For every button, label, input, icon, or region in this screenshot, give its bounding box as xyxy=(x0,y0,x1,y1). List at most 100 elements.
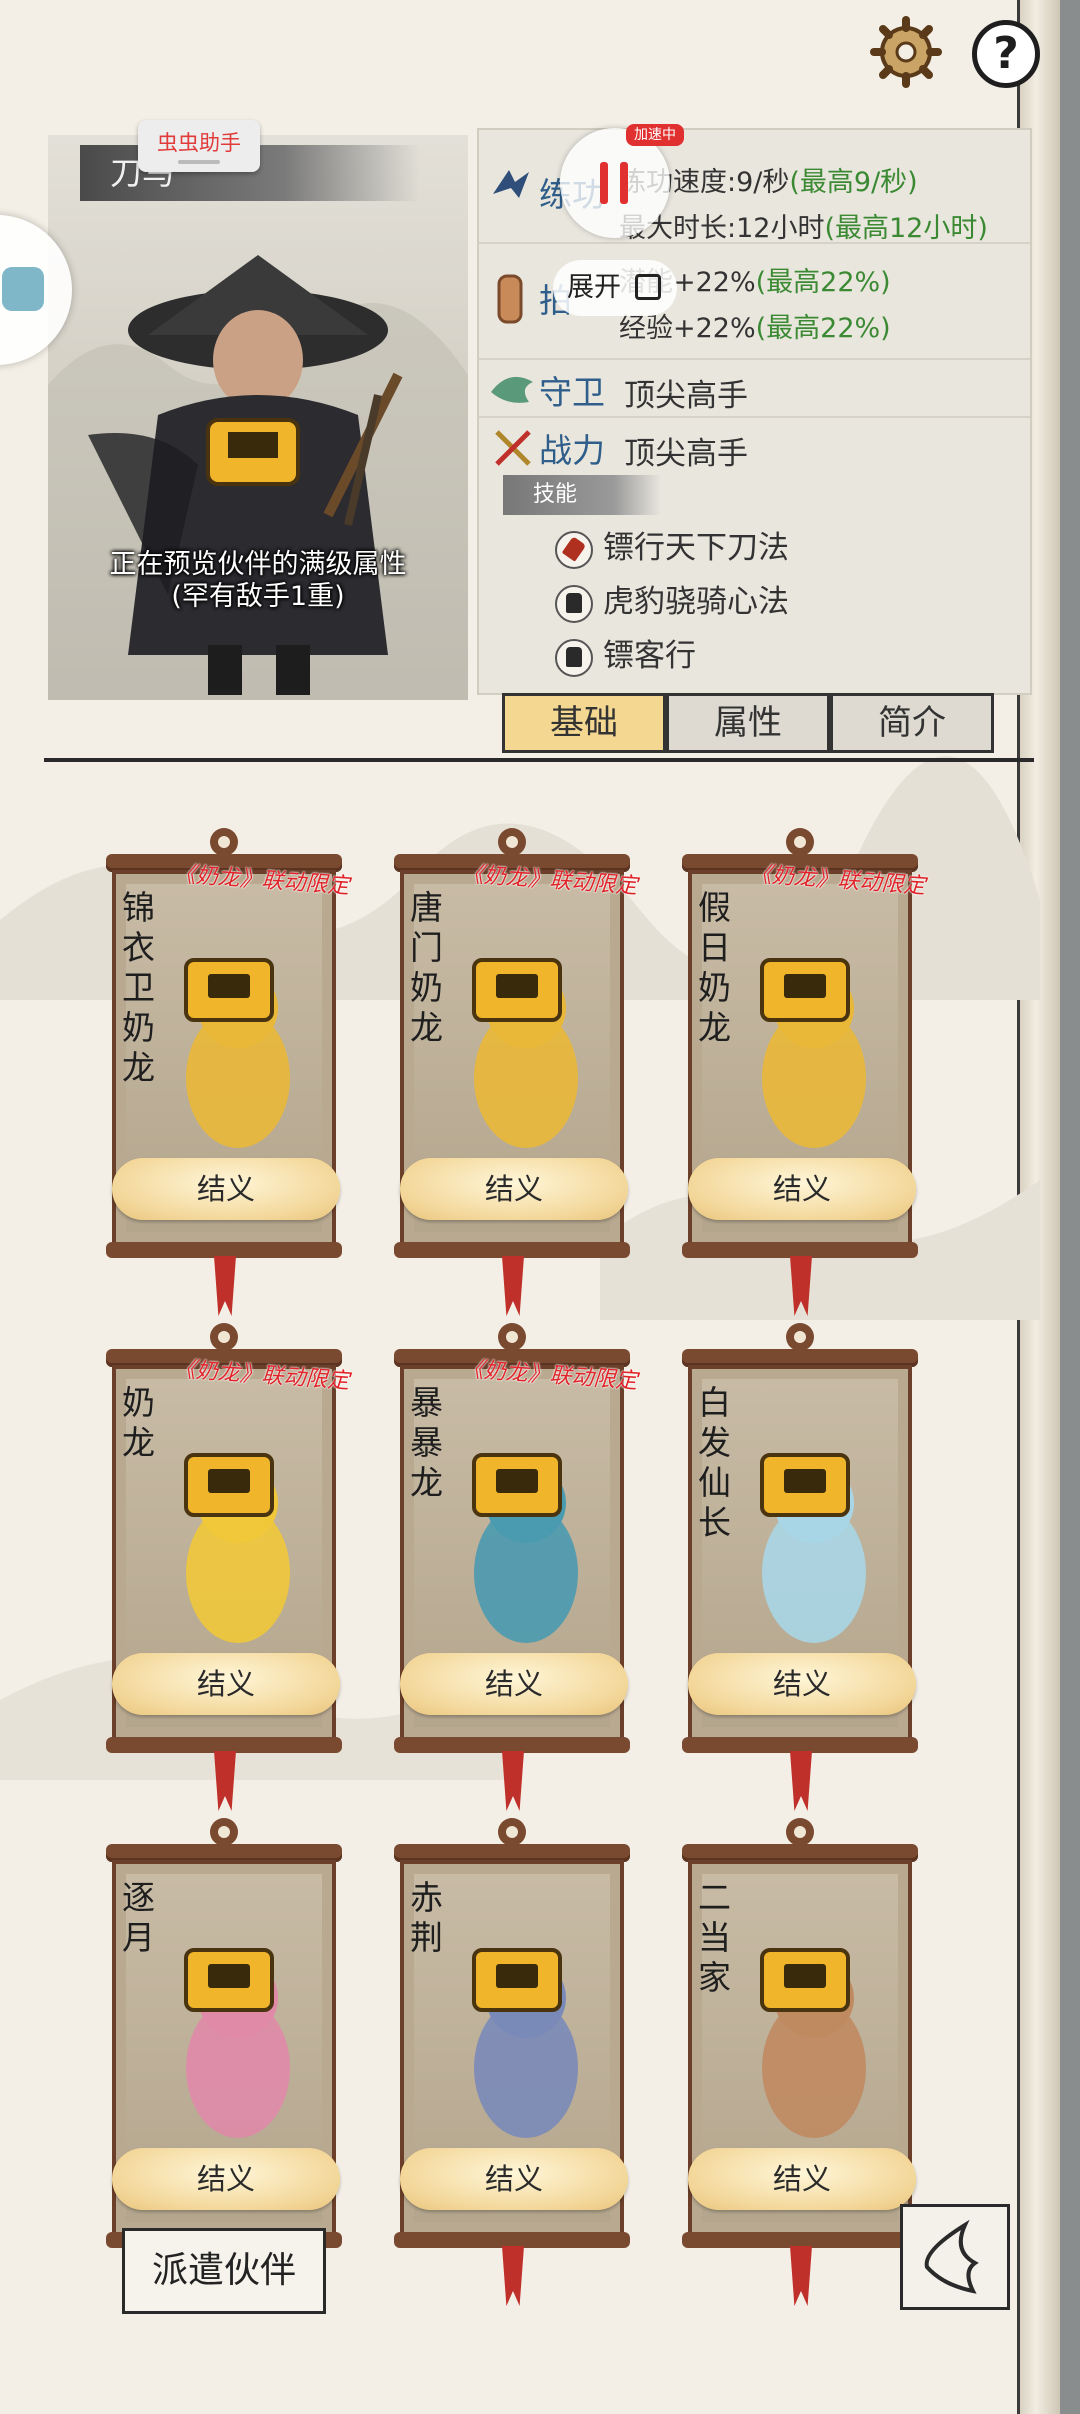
expand-label: 展开 xyxy=(567,272,621,303)
gear-icon[interactable] xyxy=(870,16,942,88)
bond-button[interactable]: 结义 xyxy=(400,1158,628,1220)
lock-icon xyxy=(760,1948,850,2012)
book-page: ? 刀马 正在预览伙伴的满级属性 (罕有敌手1重) 虫虫助手 练功速度:9/秒(… xyxy=(0,0,1060,2414)
partner-card[interactable]: 赤荆结义 xyxy=(392,1818,632,2306)
scroll-knob xyxy=(498,1818,526,1846)
preview-note: 正在预览伙伴的满级属性 (罕有敌手1重) xyxy=(48,549,468,613)
scroll-bottom-rod xyxy=(682,2232,918,2248)
dispatch-partner-button[interactable]: 派遣伙伴 xyxy=(122,2228,326,2314)
partner-card-name: 锦衣卫奶龙 xyxy=(122,888,155,1087)
tab-intro[interactable]: 简介 xyxy=(830,693,994,753)
bond-button[interactable]: 结义 xyxy=(112,2148,340,2210)
movement-skill-icon xyxy=(555,638,593,677)
scroll-bottom-rod xyxy=(106,1242,342,1258)
preview-note-line1: 正在预览伙伴的满级属性 xyxy=(109,549,407,580)
bond-button[interactable]: 结义 xyxy=(688,1653,916,1715)
bond-button[interactable]: 结义 xyxy=(112,1158,340,1220)
fist-icon xyxy=(497,274,523,324)
separator xyxy=(479,242,1030,244)
blade-skill-icon xyxy=(555,530,593,569)
scroll-bottom-rod xyxy=(394,2232,630,2248)
guard-icon xyxy=(491,376,533,403)
partner-card-name: 赤荆 xyxy=(410,1878,443,1957)
scroll-knob xyxy=(786,1323,814,1351)
partner-card[interactable]: 锦衣卫奶龙 《奶龙》联动限定 结义 xyxy=(104,828,350,1316)
skill-label: 镖行天下刀法 xyxy=(603,530,789,566)
practice-icon xyxy=(493,170,529,198)
scroll-bottom-rod xyxy=(394,1737,630,1753)
scroll-bottom-rod xyxy=(682,1737,918,1753)
tab-basic[interactable]: 基础 xyxy=(502,693,666,753)
lock-icon xyxy=(760,958,850,1022)
skills-header: 技能 xyxy=(503,475,661,515)
exp-max: (最高22%) xyxy=(755,313,891,344)
expand-button[interactable]: 展开 xyxy=(553,260,677,316)
expand-icon xyxy=(635,274,661,300)
partner-card-name: 暴暴龙 xyxy=(410,1383,443,1502)
scroll-bottom-rod xyxy=(394,1242,630,1258)
partner-card-name: 奶龙 xyxy=(122,1383,155,1462)
section-divider xyxy=(44,758,1034,762)
preview-note-line2: (罕有敌手1重) xyxy=(171,581,345,612)
lock-icon xyxy=(184,1948,274,2012)
power-value: 顶尖高手 xyxy=(624,436,748,472)
potential-max: (最高22%) xyxy=(755,267,891,298)
partner-card-name: 唐门奶龙 xyxy=(410,888,443,1047)
partner-card[interactable]: 假日奶龙 《奶龙》联动限定 结义 xyxy=(680,828,926,1316)
lock-icon xyxy=(472,1453,562,1517)
speedup-badge: 加速中 xyxy=(626,124,684,146)
partner-card[interactable]: 白发仙长结义 xyxy=(680,1323,920,1811)
tab-attributes[interactable]: 属性 xyxy=(666,693,830,753)
guard-label: 守卫 xyxy=(539,373,605,412)
partner-card-name: 假日奶龙 xyxy=(698,888,731,1047)
scroll-bottom-rod xyxy=(106,1737,342,1753)
guard-value: 顶尖高手 xyxy=(624,378,748,414)
scroll-knob xyxy=(210,1323,238,1351)
back-button[interactable] xyxy=(900,2204,1010,2310)
scroll-bottom-rod xyxy=(682,1242,918,1258)
skill-item[interactable]: 虎豹骁骑心法 xyxy=(555,576,789,623)
app-icon xyxy=(2,267,44,311)
scroll-knob xyxy=(786,1818,814,1846)
partner-card-name: 二当家 xyxy=(698,1878,731,1997)
skill-label: 虎豹骁骑心法 xyxy=(603,584,789,620)
power-label: 战力 xyxy=(539,431,605,470)
helper-tag[interactable]: 虫虫助手 xyxy=(138,120,260,172)
skill-label: 镖客行 xyxy=(603,638,696,674)
scroll-knob xyxy=(210,1818,238,1846)
lock-icon xyxy=(184,958,274,1022)
back-arrow-icon xyxy=(924,2219,979,2294)
bond-button[interactable]: 结义 xyxy=(688,2148,916,2210)
max-time-max: (最高12小时) xyxy=(824,213,988,244)
separator xyxy=(479,358,1030,360)
scroll-knob xyxy=(210,828,238,856)
max-time: 最大时长:12小时(最高12小时) xyxy=(619,206,988,245)
exp-value: 经验+22% xyxy=(619,313,756,344)
skill-item[interactable]: 镖行天下刀法 xyxy=(555,522,789,569)
partner-card-name: 白发仙长 xyxy=(698,1383,731,1542)
partner-card[interactable]: 二当家结义 xyxy=(680,1818,920,2306)
practice-speed-max: (最高9/秒) xyxy=(789,167,918,198)
swordsman-figure xyxy=(48,255,468,700)
lock-icon xyxy=(472,958,562,1022)
bond-button[interactable]: 结义 xyxy=(688,1158,916,1220)
scroll-knob xyxy=(498,828,526,856)
partner-card[interactable]: 暴暴龙 《奶龙》联动限定 结义 xyxy=(392,1323,638,1811)
bond-button[interactable]: 结义 xyxy=(400,2148,628,2210)
partner-portrait: 刀马 正在预览伙伴的满级属性 (罕有敌手1重) xyxy=(48,135,468,700)
partner-card[interactable]: 唐门奶龙 《奶龙》联动限定 结义 xyxy=(392,828,638,1316)
practice-row: 练功 练功速度:9/秒(最高9/秒) 最大时长:12小时(最高12小时) xyxy=(479,146,1030,256)
partner-card[interactable]: 奶龙 《奶龙》联动限定 结义 xyxy=(104,1323,350,1811)
lock-icon xyxy=(472,1948,562,2012)
bond-button[interactable]: 结义 xyxy=(400,1653,628,1715)
lock-icon xyxy=(184,1453,274,1517)
crossed-swords-icon xyxy=(495,430,531,466)
help-icon[interactable]: ? xyxy=(972,20,1040,88)
skill-item[interactable]: 镖客行 xyxy=(555,630,696,677)
bond-button[interactable]: 结义 xyxy=(112,1653,340,1715)
pause-icon xyxy=(600,162,608,204)
lock-icon xyxy=(760,1453,850,1517)
partner-card-name: 逐月 xyxy=(122,1878,155,1957)
scroll-knob xyxy=(786,828,814,856)
partner-card[interactable]: 逐月结义 xyxy=(104,1818,344,2306)
